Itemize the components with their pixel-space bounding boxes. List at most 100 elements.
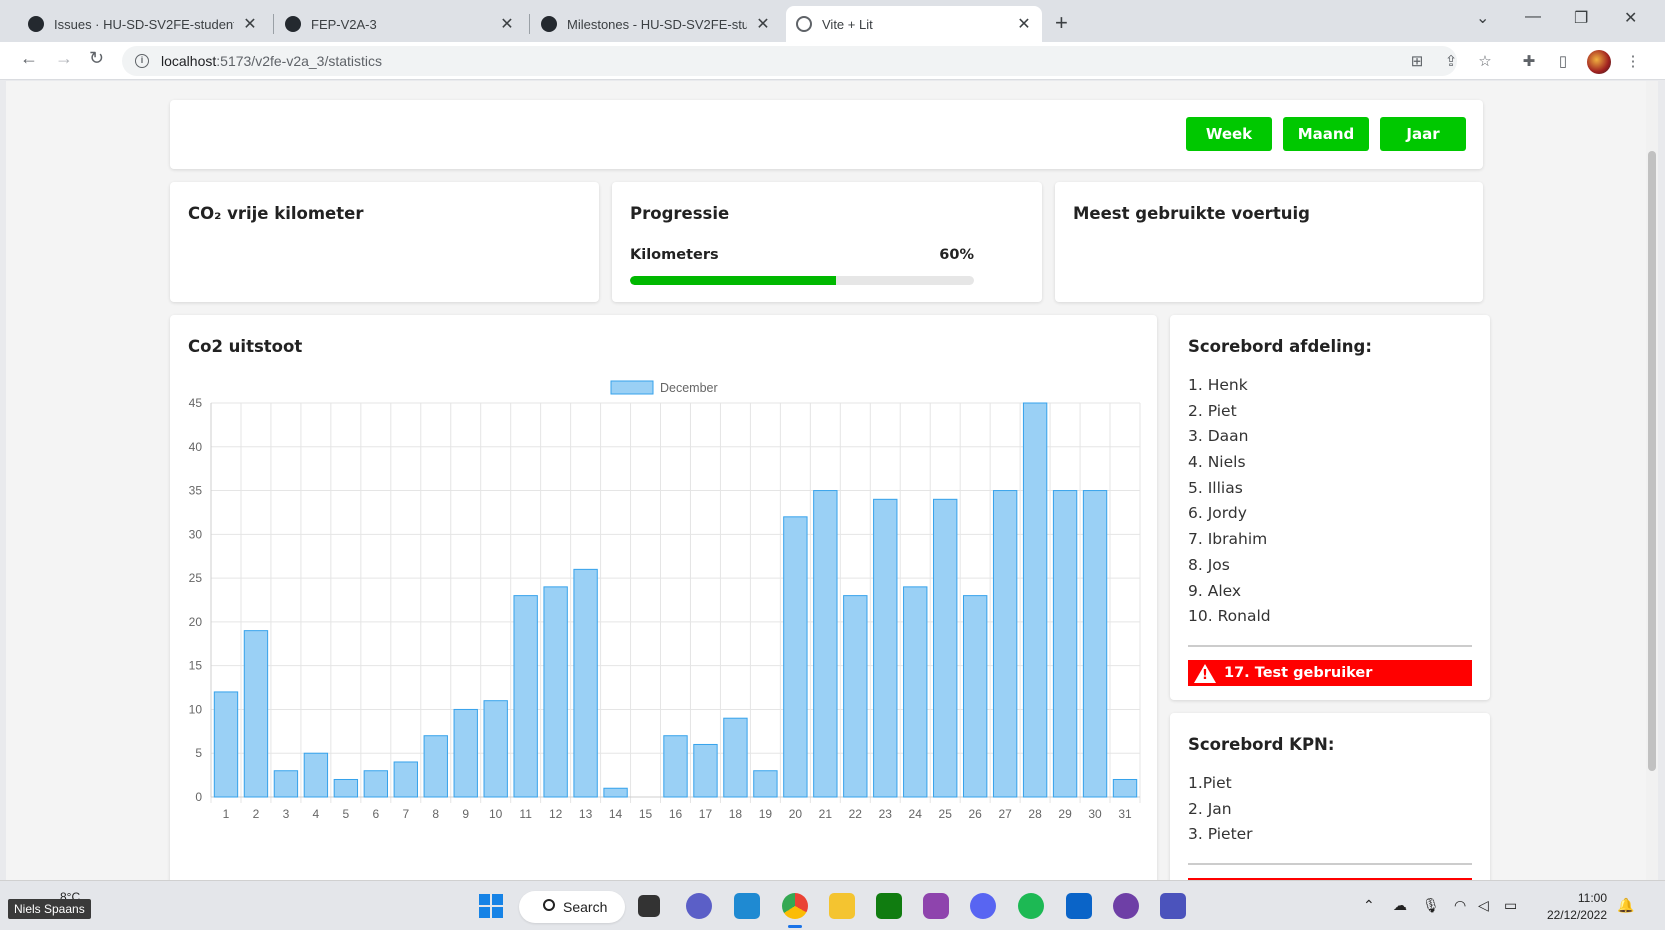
battery-icon[interactable]: ▭ (1504, 897, 1517, 914)
card-title: Meest gebruikte voertuig (1073, 204, 1310, 223)
onedrive-icon[interactable]: ☁ (1393, 897, 1407, 914)
x-tick-label: 6 (372, 807, 379, 821)
profile-avatar[interactable] (1587, 50, 1611, 74)
x-tick-label: 30 (1088, 807, 1102, 821)
discord-icon[interactable] (970, 893, 996, 919)
close-tab-icon[interactable]: ✕ (242, 14, 258, 34)
year-button[interactable]: Jaar (1380, 117, 1466, 151)
close-window-icon[interactable]: ✕ (1624, 8, 1637, 28)
mic-muted-icon[interactable]: 🎙 (1422, 897, 1440, 914)
card-title: CO₂ vrije kilometer (188, 204, 364, 223)
search-icon (543, 899, 555, 911)
x-tick-label: 14 (609, 807, 623, 821)
y-tick-label: 15 (189, 659, 203, 673)
wifi-icon[interactable]: ◠ (1454, 897, 1466, 914)
browser-tab[interactable]: FEP-V2A-3 ✕ (275, 6, 525, 42)
x-tick-label: 3 (283, 807, 290, 821)
chart-bar (483, 700, 508, 798)
new-tab-button[interactable]: + (1055, 10, 1068, 36)
notifications-icon[interactable]: 🔔 (1617, 897, 1634, 914)
list-item: 2. Piet (1188, 401, 1237, 420)
extensions-icon[interactable]: ✚ (1520, 52, 1538, 70)
x-tick-label: 9 (462, 807, 469, 821)
share-icon[interactable]: ⇪ (1442, 52, 1460, 70)
y-tick-label: 20 (189, 615, 203, 629)
chart-bar (543, 586, 568, 798)
globe-icon (796, 16, 812, 32)
scoreboard-list: 1. Henk 2. Piet 3. Daan 4. Niels 5. Illi… (1188, 373, 1271, 630)
task-view-icon[interactable] (638, 895, 660, 917)
github-desktop-icon[interactable] (1113, 893, 1139, 919)
close-tab-icon[interactable]: ✕ (1016, 14, 1032, 34)
list-item: 10. Ronald (1188, 607, 1271, 626)
y-tick-label: 45 (189, 396, 203, 410)
chart-bar (213, 691, 239, 798)
site-info-icon[interactable]: i (135, 54, 149, 68)
tab-separator (529, 14, 530, 34)
address-bar[interactable]: i localhost:5173/v2fe-v2a_3/statistics (122, 46, 1457, 76)
list-item: 5. Illias (1188, 478, 1243, 497)
github-icon (28, 16, 44, 32)
app-icon[interactable] (923, 893, 949, 919)
github-icon (541, 16, 557, 32)
list-item: 4. Niels (1188, 453, 1246, 472)
chart-bar (393, 761, 418, 798)
chart-bar (693, 743, 718, 798)
teams-meet-icon[interactable] (686, 893, 712, 919)
legend-swatch (610, 380, 654, 395)
minimize-icon[interactable]: — (1525, 8, 1541, 26)
chart-bar (1082, 490, 1108, 798)
tab-title: Vite + Lit (822, 16, 873, 32)
menu-dots-icon[interactable]: ⋮ (1624, 52, 1642, 70)
windows-start-icon[interactable] (479, 894, 503, 918)
y-tick-label: 25 (189, 571, 203, 585)
clock-date: 22/12/2022 (1546, 908, 1607, 922)
x-tick-label: 15 (639, 807, 653, 821)
warning-icon (1194, 663, 1216, 683)
month-button[interactable]: Maand (1283, 117, 1369, 151)
page-viewport: Week Maand Jaar CO₂ vrije kilometer Prog… (6, 81, 1646, 880)
windows-taskbar: 8°C Niels Spaans Search ⌃ ☁ 🎙 ◠ ◁ ▭ 11:0… (0, 880, 1665, 930)
tab-search-icon[interactable]: ⌄ (1476, 8, 1489, 28)
page-scrollbar[interactable] (1646, 81, 1658, 880)
clock-time: 11:00 (1577, 891, 1607, 905)
bookmark-star-icon[interactable]: ☆ (1476, 52, 1494, 70)
back-icon[interactable]: ← (20, 48, 38, 69)
divider (1188, 645, 1472, 647)
list-item: 1. Henk (1188, 376, 1248, 394)
close-tab-icon[interactable]: ✕ (755, 14, 771, 34)
list-item: 9. Alex (1188, 581, 1242, 600)
chart-bar (843, 595, 868, 798)
teams-icon[interactable] (1160, 893, 1186, 919)
browser-tab[interactable]: Issues · HU-SD-SV2FE-studenten ✕ (18, 6, 268, 42)
restore-icon[interactable]: ❐ (1574, 8, 1588, 28)
file-explorer-icon[interactable] (829, 893, 855, 919)
xbox-icon[interactable] (876, 893, 902, 919)
x-tick-label: 17 (699, 807, 713, 821)
browser-tab-active[interactable]: Vite + Lit ✕ (786, 6, 1042, 42)
system-clock[interactable]: 11:00 22/12/2022 (1547, 890, 1607, 924)
side-panel-icon[interactable]: ▯ (1554, 52, 1572, 70)
tray-chevron-icon[interactable]: ⌃ (1363, 897, 1375, 914)
scrollbar-thumb[interactable] (1648, 151, 1656, 771)
list-item: 2. Jan (1188, 799, 1232, 818)
week-button[interactable]: Week (1186, 117, 1272, 151)
user-name-overlay: Niels Spaans (8, 899, 91, 919)
list-item: 8. Jos (1188, 555, 1230, 574)
outlook-icon[interactable] (1066, 893, 1092, 919)
y-tick-label: 40 (189, 440, 203, 454)
spotify-icon[interactable] (1018, 893, 1044, 919)
card-title: Progressie (630, 204, 730, 223)
chart-bar (873, 498, 898, 798)
translate-icon[interactable]: ⊞ (1408, 52, 1426, 70)
taskbar-search[interactable]: Search (519, 891, 625, 923)
volume-icon[interactable]: ◁ (1478, 897, 1489, 914)
reload-icon[interactable]: ↻ (89, 48, 104, 69)
browser-tab[interactable]: Milestones - HU-SD-SV2FE-stude ✕ (531, 6, 781, 42)
vscode-icon[interactable] (734, 893, 760, 919)
close-tab-icon[interactable]: ✕ (499, 14, 515, 34)
y-tick-label: 30 (189, 527, 203, 541)
tab-title: Milestones - HU-SD-SV2FE-stude (567, 16, 747, 32)
forward-icon[interactable]: → (55, 48, 73, 69)
chrome-icon[interactable] (782, 893, 808, 919)
